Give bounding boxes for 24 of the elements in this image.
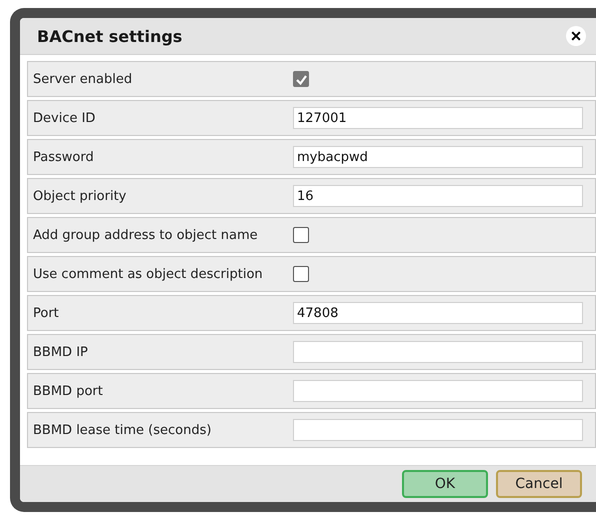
input-field[interactable]: 127001 [293,107,583,129]
field-label: Object priority [33,188,128,204]
input-field[interactable] [293,419,583,441]
input-field[interactable]: 47808 [293,302,583,324]
field-label: Password [33,150,95,164]
checkbox[interactable] [293,227,309,243]
field-label: Use comment as object description [33,266,264,282]
field-label: BBMD lease time (seconds) [33,422,212,438]
field-label: Device ID [33,110,96,126]
checkbox[interactable] [293,71,309,87]
field-label: BBMD IP [33,344,89,360]
field-label: Add group address to object name [33,228,259,242]
close-button[interactable]: × [566,26,586,46]
cancel-button[interactable]: Cancel [496,470,582,498]
input-field[interactable] [293,380,583,402]
input-field[interactable] [293,341,583,363]
field-label: Port [33,306,60,320]
input-field[interactable]: mybacpwd [293,146,583,168]
field-label: BBMD port [33,384,104,398]
dialog-title: BACnet settings [37,26,182,46]
input-field[interactable]: 16 [293,185,583,207]
checkbox[interactable] [293,266,309,282]
field-label: Server enabled [33,72,134,86]
ok-button[interactable]: OK [402,470,488,498]
